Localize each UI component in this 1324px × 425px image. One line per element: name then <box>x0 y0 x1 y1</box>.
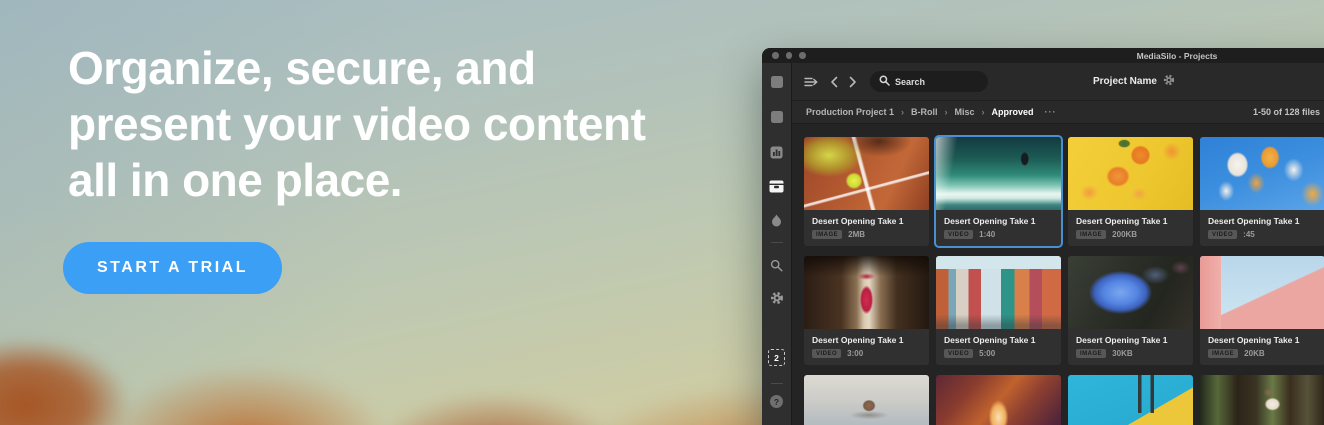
hero-section: Organize, secure, and present your video… <box>0 0 1324 425</box>
window-titlebar: MediaSilo - Projects <box>762 48 1324 63</box>
asset-grid: Desert Opening Take 1IMAGE2MBDesert Open… <box>792 124 1324 425</box>
card-title: Desert Opening Take 1 <box>1208 335 1317 345</box>
asset-meta: 1:40 <box>979 230 995 239</box>
breadcrumb-separator-icon: › <box>945 107 948 117</box>
tangerines-thumbnail <box>1068 137 1193 210</box>
breadcrumb-item[interactable]: Production Project 1 <box>806 107 894 117</box>
asset-card[interactable]: Desert Opening Take 1 VIDEO 3:00 <box>804 256 929 365</box>
asset-type-badge: IMAGE <box>1076 349 1106 358</box>
red-dress-thumbnail <box>804 256 929 329</box>
card-footer: Desert Opening Take 1 VIDEO 5:00 <box>936 329 1061 365</box>
search-icon <box>879 73 890 91</box>
asset-type-badge: VIDEO <box>1208 230 1237 239</box>
collapse-sidebar-icon[interactable] <box>804 76 819 88</box>
help-icon[interactable]: ? <box>770 395 783 408</box>
search-bar[interactable] <box>870 71 988 92</box>
asset-card[interactable] <box>936 375 1061 425</box>
sidebar-divider <box>771 383 783 384</box>
file-count: 1-50 of 128 files <box>1253 101 1320 123</box>
breadcrumb-more-button[interactable]: ··· <box>1045 107 1057 117</box>
headline-line: Organize, secure, and <box>68 40 645 96</box>
card-title: Desert Opening Take 1 <box>812 335 921 345</box>
sidebar-nav: 2 ? <box>762 63 792 425</box>
asset-type-badge: IMAGE <box>1076 230 1106 239</box>
card-footer: Desert Opening Take 1 IMAGE 2MB <box>804 210 929 246</box>
start-trial-button[interactable]: START A TRIAL <box>63 242 282 294</box>
card-footer: Desert Opening Take 1 VIDEO 3:00 <box>804 329 929 365</box>
asset-meta: 200KB <box>1112 230 1137 239</box>
asset-card[interactable] <box>804 375 929 425</box>
workspace-square-icon[interactable] <box>771 76 783 88</box>
asset-card[interactable]: Desert Opening Take 1 VIDEO 1:40 <box>936 137 1061 246</box>
breadcrumb-separator-icon: › <box>901 107 904 117</box>
canal-thumbnail <box>936 256 1061 329</box>
breadcrumb-item[interactable]: B-Roll <box>911 107 938 117</box>
card-title: Desert Opening Take 1 <box>944 335 1053 345</box>
asset-type-badge: IMAGE <box>812 230 842 239</box>
asset-card[interactable]: Desert Opening Take 1 IMAGE 2MB <box>804 137 929 246</box>
card-footer: Desert Opening Take 1 VIDEO 1:40 <box>936 210 1061 246</box>
search-input[interactable] <box>895 77 975 87</box>
chart-icon[interactable] <box>770 146 783 159</box>
asset-meta: :45 <box>1243 230 1255 239</box>
asset-meta: 20KB <box>1244 349 1264 358</box>
asset-meta: 3:00 <box>847 349 863 358</box>
asset-card[interactable]: Desert Opening Take 1 VIDEO 5:00 <box>936 256 1061 365</box>
gear-icon[interactable] <box>770 291 784 305</box>
headline-line: all in one place. <box>68 152 645 208</box>
app-window: MediaSilo - Projects <box>762 48 1324 425</box>
flame-icon[interactable] <box>771 214 782 227</box>
breadcrumb-bar: Production Project 1 › B-Roll › Misc › Approve… <box>792 100 1324 124</box>
sidebar-divider <box>771 242 783 243</box>
toolbar: Project Name <box>792 63 1324 100</box>
asset-card[interactable] <box>1200 375 1324 425</box>
main-content: Project Name Production Project 1 › B-Roll… <box>792 63 1324 425</box>
card-footer: Desert Opening Take 1 IMAGE 200KB <box>1068 210 1193 246</box>
canyon-thumbnail <box>936 375 1061 425</box>
breadcrumb-separator-icon: › <box>982 107 985 117</box>
asset-card[interactable]: Desert Opening Take 1 IMAGE 200KB <box>1068 137 1193 246</box>
card-footer: Desert Opening Take 1 IMAGE 30KB <box>1068 329 1193 365</box>
asset-type-badge: VIDEO <box>944 349 973 358</box>
counter-box[interactable]: 2 <box>768 349 785 366</box>
asset-type-badge: VIDEO <box>812 349 841 358</box>
asset-meta: 2MB <box>848 230 865 239</box>
asset-card[interactable] <box>1068 375 1193 425</box>
breadcrumb-item[interactable]: Approved <box>992 107 1034 117</box>
tennis-thumbnail <box>804 137 929 210</box>
card-title: Desert Opening Take 1 <box>944 216 1053 226</box>
card-footer: Desert Opening Take 1 IMAGE 20KB <box>1200 329 1324 365</box>
smoke-thumbnail <box>1068 256 1193 329</box>
back-button[interactable] <box>830 76 838 88</box>
balloons-thumbnail <box>1200 137 1324 210</box>
pink-building-thumbnail <box>1200 256 1324 329</box>
card-title: Desert Opening Take 1 <box>1208 216 1317 226</box>
workspace-square-icon[interactable] <box>771 111 783 123</box>
forward-button[interactable] <box>849 76 857 88</box>
card-title: Desert Opening Take 1 <box>1076 216 1185 226</box>
asset-meta: 30KB <box>1112 349 1132 358</box>
breadcrumb: Production Project 1 › B-Roll › Misc › Approve… <box>806 107 1034 117</box>
asset-card[interactable]: Desert Opening Take 1 VIDEO :45 <box>1200 137 1324 246</box>
swimmer-thumbnail <box>804 375 929 425</box>
window-title: MediaSilo - Projects <box>762 51 1324 61</box>
breadcrumb-item[interactable]: Misc <box>955 107 975 117</box>
project-name-label: Project Name <box>1093 76 1157 87</box>
asset-meta: 5:00 <box>979 349 995 358</box>
card-footer: Desert Opening Take 1 VIDEO :45 <box>1200 210 1324 246</box>
asset-type-badge: IMAGE <box>1208 349 1238 358</box>
page-title: Organize, secure, and present your video… <box>68 40 645 208</box>
asset-type-badge: VIDEO <box>944 230 973 239</box>
wave-thumbnail <box>936 137 1061 210</box>
asset-card[interactable]: Desert Opening Take 1 IMAGE 30KB <box>1068 256 1193 365</box>
archive-icon[interactable] <box>769 180 784 193</box>
florist-thumbnail <box>1200 375 1324 425</box>
pool-thumbnail <box>1068 375 1193 425</box>
asset-card[interactable]: Desert Opening Take 1 IMAGE 20KB <box>1200 256 1324 365</box>
headline-line: present your video content <box>68 96 645 152</box>
card-title: Desert Opening Take 1 <box>1076 335 1185 345</box>
card-title: Desert Opening Take 1 <box>812 216 921 226</box>
search-icon[interactable] <box>770 259 783 272</box>
project-settings-gear-icon[interactable] <box>1163 73 1175 91</box>
